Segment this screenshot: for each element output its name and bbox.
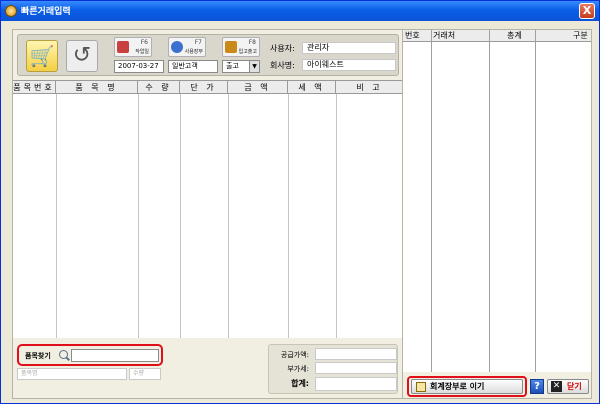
- totals-box: 공급가액: 부가세: 합계:: [268, 344, 398, 394]
- toolbar: 🛒 ↺ F6 작업일 F7 사용장부 F8 입고출고 2007-03-27 일반…: [17, 34, 399, 76]
- entry-panel: 🛒 ↺ F6 작업일 F7 사용장부 F8 입고출고 2007-03-27 일반…: [12, 29, 404, 399]
- customer-field[interactable]: 일반고객: [168, 60, 218, 73]
- f6-key-label: F6: [140, 39, 148, 46]
- item-search-input[interactable]: [71, 349, 159, 362]
- f7-key-label: F7: [194, 39, 202, 46]
- col-divider: [288, 94, 289, 338]
- col-number[interactable]: 번호: [405, 30, 420, 42]
- user-value: 관리자: [302, 42, 396, 54]
- col-divider: [56, 94, 57, 338]
- supply-amount-value: [315, 348, 397, 360]
- close-label: 닫기: [567, 382, 582, 391]
- journal-button-highlight: 회계장부로 이기: [407, 376, 527, 397]
- window-close-button[interactable]: X: [579, 3, 595, 19]
- col-qty[interactable]: 수 량: [138, 81, 180, 94]
- col-tax[interactable]: 세 액: [288, 81, 336, 94]
- post-to-journal-button[interactable]: 회계장부로 이기: [411, 379, 523, 394]
- col-item-name[interactable]: 품 목 명: [56, 81, 138, 94]
- col-total[interactable]: 총계: [507, 30, 522, 42]
- calendar-icon: [117, 41, 129, 53]
- col-divider: [138, 94, 139, 338]
- col-divider: [535, 30, 536, 372]
- transactions-table[interactable]: 번호 거래처 총계 구분: [403, 30, 591, 372]
- col-divider: [431, 30, 432, 372]
- user-icon: [171, 41, 183, 53]
- direction-select[interactable]: 출고 ▼: [222, 60, 260, 73]
- f8-inout-button[interactable]: F8 입고출고: [222, 37, 260, 57]
- user-label: 사용자:: [270, 44, 295, 53]
- supply-amount-label: 공급가액:: [280, 351, 309, 359]
- col-unit-price[interactable]: 단 가: [180, 81, 228, 94]
- items-table-header: 품목번호 품 목 명 수 량 단 가 금 액 세 액 비 고: [13, 81, 403, 94]
- col-customer[interactable]: 거래처: [433, 30, 455, 42]
- company-label: 회사명:: [270, 61, 295, 70]
- item-name-field[interactable]: 품목명: [17, 368, 127, 380]
- f7-ledger-button[interactable]: F7 사용장부: [168, 37, 206, 57]
- box-icon: [225, 41, 237, 53]
- items-table[interactable]: 품목번호 품 목 명 수 량 단 가 금 액 세 액 비 고: [13, 80, 403, 338]
- app-icon: [5, 5, 17, 17]
- close-icon: ✕: [551, 381, 562, 392]
- post-to-journal-label: 회계장부로 이기: [430, 382, 485, 391]
- col-item-no[interactable]: 품목번호: [13, 81, 56, 94]
- bottom-area: 품목찾기 품목명 수량 공급가액: 부가세: 합계:: [13, 340, 403, 398]
- vat-value: [315, 362, 397, 374]
- col-divider: [336, 94, 337, 338]
- f6-workday-button[interactable]: F6 작업일: [114, 37, 152, 57]
- work-date-field[interactable]: 2007-03-27: [114, 60, 164, 73]
- total-value: [315, 377, 397, 391]
- help-button[interactable]: ?: [530, 379, 544, 394]
- col-divider: [228, 94, 229, 338]
- item-search-label: 품목찾기: [25, 352, 51, 360]
- item-search-group: 품목찾기: [17, 344, 163, 366]
- col-divider: [489, 30, 490, 372]
- chevron-down-icon[interactable]: ▼: [249, 61, 259, 72]
- title-bar: 빠른거래입력 X: [1, 1, 599, 21]
- col-divider: [180, 94, 181, 338]
- search-icon[interactable]: [59, 350, 68, 359]
- ledger-icon: [416, 382, 426, 392]
- close-button[interactable]: ✕ 닫기: [547, 379, 589, 394]
- total-label: 합계:: [291, 379, 309, 388]
- qty-field[interactable]: 수량: [129, 368, 161, 380]
- col-type[interactable]: 구분: [573, 30, 588, 42]
- f8-label: 입고출고: [238, 49, 257, 55]
- undo-icon-button[interactable]: ↺: [66, 40, 98, 72]
- vat-label: 부가세:: [287, 365, 309, 373]
- col-note[interactable]: 비 고: [336, 81, 403, 94]
- transactions-panel: 번호 거래처 총계 구분 회계장부로 이기 ? ✕ 닫기: [402, 29, 592, 399]
- col-amount[interactable]: 금 액: [228, 81, 288, 94]
- window-title: 빠른거래입력: [21, 7, 71, 17]
- direction-value: 출고: [226, 62, 239, 70]
- client-area: 🛒 ↺ F6 작업일 F7 사용장부 F8 입고출고 2007-03-27 일반…: [4, 23, 596, 401]
- f8-key-label: F8: [248, 39, 256, 46]
- quick-transaction-window: 빠른거래입력 X 🛒 ↺ F6 작업일 F7 사용장부 F8 입고출고 2007…: [0, 0, 600, 404]
- cart-icon-button[interactable]: 🛒: [26, 40, 58, 72]
- company-value: 아이웨스트: [302, 59, 396, 71]
- f7-label: 사용장부: [184, 49, 203, 55]
- f6-label: 작업일: [135, 49, 149, 55]
